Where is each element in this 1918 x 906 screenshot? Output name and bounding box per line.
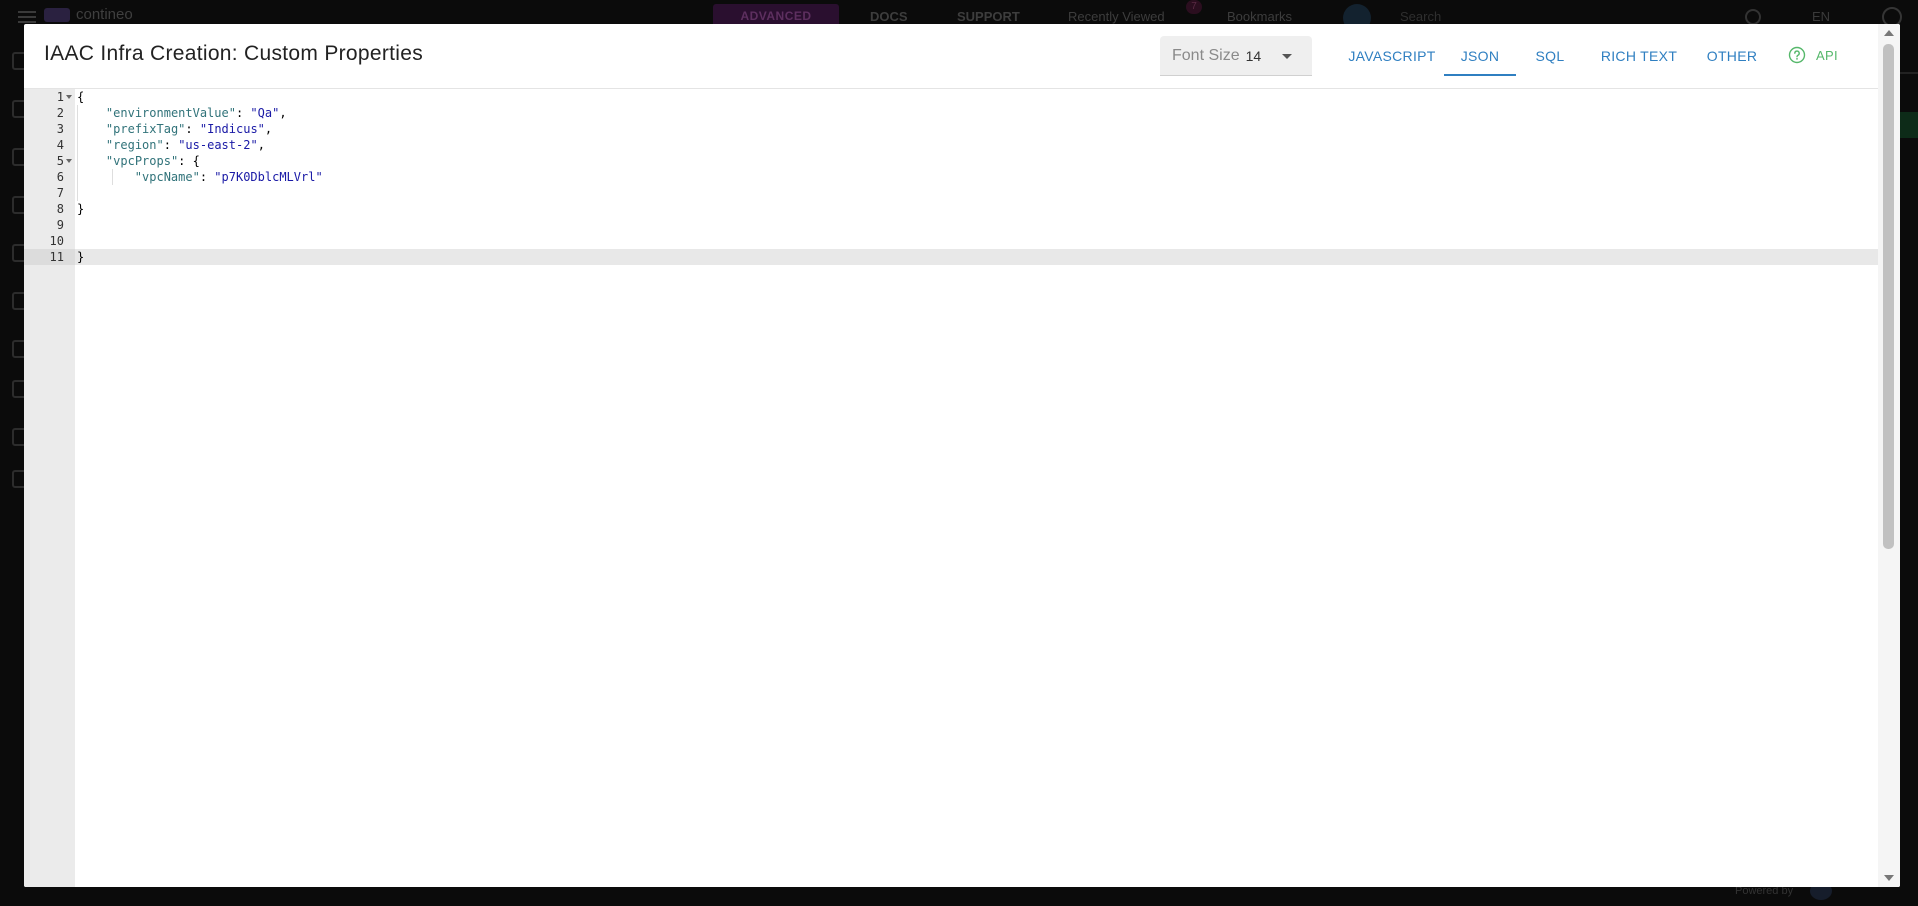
code-line: "prefixTag": "Indicus",	[105, 122, 273, 136]
brand-mark-icon	[44, 7, 70, 22]
dialog-title: IAAC Infra Creation: Custom Properties	[44, 42, 424, 65]
tab-javascript[interactable]: JAVASCRIPT	[1346, 36, 1438, 76]
line-number: 11	[49, 250, 64, 264]
font-size-label: Font Size	[1172, 46, 1240, 64]
comma: ,	[279, 106, 287, 120]
line-number-gutter: 1 2 3 4 5 6 7 8 9 10 11	[24, 89, 75, 887]
line-number: 1	[56, 90, 64, 104]
recently-viewed-link: Recently Viewed	[1068, 9, 1165, 24]
custom-properties-dialog: IAAC Infra Creation: Custom Properties F…	[24, 24, 1900, 887]
line-number: 4	[56, 138, 64, 152]
code-line: "vpcProps": {	[105, 154, 200, 168]
scrollbar-thumb[interactable]	[1883, 44, 1894, 549]
json-value: us-east-2	[185, 138, 251, 152]
vertical-scrollbar[interactable]	[1878, 24, 1900, 887]
search-input: Search	[1400, 9, 1442, 24]
line-number: 3	[56, 122, 64, 136]
scroll-up-icon[interactable]	[1884, 30, 1894, 36]
json-value: Indicus	[207, 122, 258, 136]
code-line: }	[77, 202, 85, 216]
code-line: "region": "us-east-2",	[105, 138, 265, 152]
font-size-select[interactable]: Font Size 14	[1160, 36, 1312, 76]
comma: ,	[264, 122, 273, 136]
dialog-header: IAAC Infra Creation: Custom Properties F…	[24, 24, 1900, 89]
tab-sql[interactable]: SQL	[1528, 36, 1572, 76]
font-size-value: 14	[1245, 47, 1262, 64]
code-line: "environmentValue": "Qa",	[105, 106, 287, 120]
tab-other[interactable]: OTHER	[1704, 36, 1760, 76]
scroll-down-icon[interactable]	[1884, 875, 1894, 881]
brand-logo: contineo	[44, 6, 133, 23]
code-line: }	[77, 250, 85, 264]
json-value: Qa	[257, 106, 273, 120]
chevron-down-icon	[1282, 54, 1292, 59]
help-circle-icon[interactable]	[1788, 46, 1806, 64]
fold-toggle-icon[interactable]	[66, 95, 72, 99]
active-line-highlight	[75, 249, 1878, 265]
tab-rich-text[interactable]: RICH TEXT	[1598, 36, 1680, 76]
code-area[interactable]: { "environmentValue": "Qa", "prefixTag":…	[75, 89, 1878, 887]
line-number: 10	[49, 234, 64, 248]
comma: ,	[257, 138, 265, 152]
json-key: region	[113, 138, 157, 152]
line-number: 6	[56, 170, 64, 184]
search-icon	[1745, 9, 1761, 25]
language-selector: EN	[1812, 9, 1831, 24]
line-number: 9	[56, 218, 64, 232]
line-number: 8	[56, 202, 64, 216]
support-link: SUPPORT	[957, 9, 1020, 24]
code-line: "vpcName": "p7K0DblcMLVrl"	[134, 170, 323, 184]
line-number: 7	[56, 186, 64, 200]
json-key: vpcProps	[113, 154, 171, 168]
api-link[interactable]: API	[1816, 48, 1838, 63]
docs-link: DOCS	[870, 9, 908, 24]
json-key: vpcName	[142, 170, 193, 184]
bookmarks-link: Bookmarks	[1227, 9, 1293, 24]
recent-count-badge: 7	[1186, 0, 1202, 14]
json-key: prefixTag	[113, 122, 179, 136]
json-value: p7K0DblcMLVrl	[221, 170, 316, 184]
open-brace: {	[192, 154, 200, 168]
code-line: {	[77, 89, 84, 105]
tab-json[interactable]: JSON	[1444, 36, 1516, 76]
fold-toggle-icon[interactable]	[66, 159, 72, 163]
line-number: 5	[56, 154, 64, 168]
json-code-editor[interactable]: 1 2 3 4 5 6 7 8 9 10 11 { "environmentVa…	[24, 89, 1878, 887]
brand-name: contineo	[76, 6, 133, 23]
menu-icon	[18, 8, 36, 23]
line-number: 2	[56, 106, 64, 120]
json-key: environmentValue	[113, 106, 229, 120]
open-brace: {	[77, 90, 85, 104]
